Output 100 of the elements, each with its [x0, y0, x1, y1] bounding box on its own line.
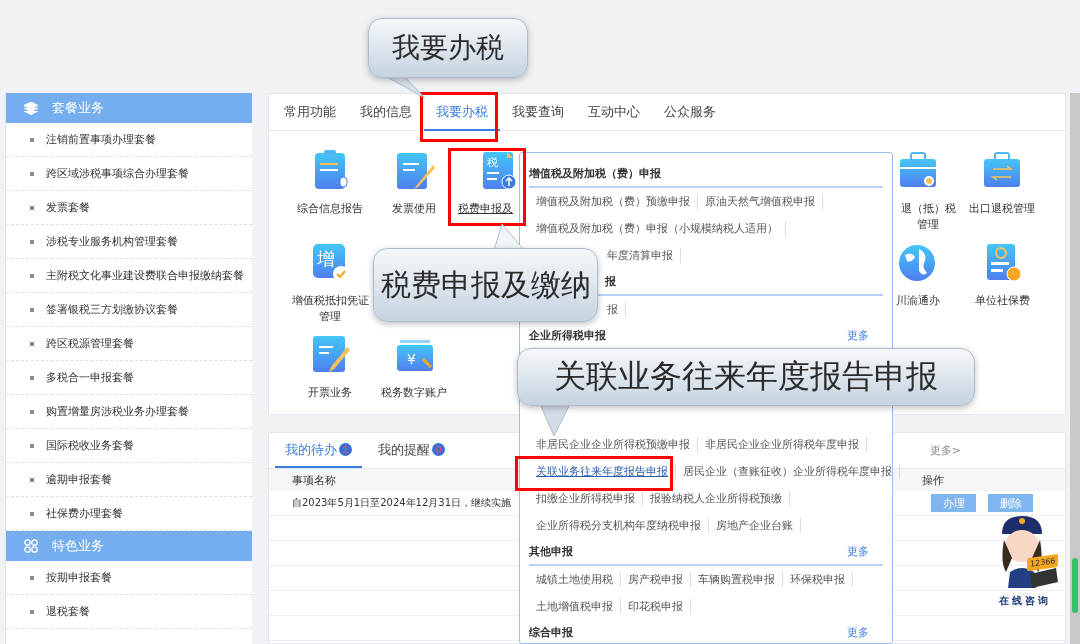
- section-title: 综合申报: [529, 625, 573, 640]
- callout-label: 关联业务往来年度报告申报: [517, 348, 975, 406]
- service-link[interactable]: 综合信息报告: [288, 201, 372, 217]
- sidebar-item[interactable]: 退税套餐: [6, 595, 252, 629]
- section-title: 增值税及附加税（费）申报: [529, 166, 661, 181]
- sidebar-item[interactable]: 购置增量房涉税业务办理套餐: [6, 395, 252, 429]
- more-link[interactable]: 更多: [847, 625, 869, 640]
- sidebar-item[interactable]: 跨区域涉税事项综合办理套餐: [6, 157, 252, 191]
- more-link[interactable]: 更多: [847, 328, 869, 343]
- four-circles-icon: [24, 539, 38, 553]
- sidebar-item-label: 跨区域涉税事项综合办理套餐: [46, 166, 189, 181]
- service-link[interactable]: 出口退税管理: [960, 201, 1044, 217]
- bullet-icon: [30, 443, 34, 448]
- menu-link[interactable]: 车辆购置税申报: [691, 572, 783, 587]
- menu-link[interactable]: 扣缴企业所得税申报: [529, 491, 643, 506]
- scrollbar-track[interactable]: [1070, 93, 1080, 644]
- sidebar-item-label: 购置增量房涉税业务办理套餐: [46, 404, 189, 419]
- menu-link[interactable]: 年度清算申报: [600, 248, 681, 263]
- sidebar-item-label: 主附税文化事业建设费联合申报缴纳套餐: [46, 268, 244, 283]
- callout-label: 我要办税: [368, 18, 528, 78]
- menu-link[interactable]: 报验纳税人企业所得税预缴: [643, 491, 790, 506]
- sidebar-item[interactable]: 逾期申报套餐: [6, 463, 252, 497]
- bullet-icon: [30, 341, 34, 346]
- sidebar-item-label: 跨区税源管理套餐: [46, 336, 134, 351]
- sidebar-item[interactable]: 按期申报套餐: [6, 561, 252, 595]
- bullet-icon: [30, 239, 34, 244]
- group-title: 套餐业务: [52, 99, 104, 117]
- sidebar-item-label: 涉税专业服务机构管理套餐: [46, 234, 178, 249]
- count-badge: 0: [432, 443, 445, 456]
- menu-link[interactable]: 增值税及附加税（费）申报（小规模纳税人适用）: [529, 221, 786, 236]
- callout-label: 税费申报及缴纳: [373, 248, 598, 322]
- menu-link[interactable]: 居民企业（查账征收）企业所得税年度申报: [676, 464, 900, 479]
- service-link[interactable]: 开票业务: [288, 385, 372, 401]
- more-link[interactable]: 更多>: [929, 443, 961, 458]
- service-link[interactable]: 增值税抵扣凭证管理: [288, 293, 372, 325]
- menu-link[interactable]: 企业所得税分支机构年度纳税申报: [529, 518, 709, 533]
- sidebar-item-label: 社保费办理套餐: [46, 506, 123, 521]
- sidebar-item[interactable]: 注销前置事项办理套餐: [6, 123, 252, 157]
- tab[interactable]: 我的提醒 0: [368, 433, 455, 468]
- tab[interactable]: 公众服务: [652, 94, 728, 131]
- menu-link[interactable]: 环保税申报: [783, 572, 853, 587]
- tab[interactable]: 我要办税: [424, 94, 500, 131]
- menu-link[interactable]: 房产税申报: [621, 572, 691, 587]
- menu-link[interactable]: 城镇土地使用税: [529, 572, 621, 587]
- menu-link[interactable]: 非居民企业企业所得税预缴申报: [529, 437, 698, 452]
- tab[interactable]: 互动中心: [576, 94, 652, 131]
- bullet-icon: [30, 511, 34, 516]
- menu-link[interactable]: 非居民企业企业所得税年度申报: [698, 437, 867, 452]
- menu-link[interactable]: 报: [600, 302, 626, 317]
- sidebar-item-label: 发票套餐: [46, 200, 90, 215]
- bullet-icon: [30, 205, 34, 210]
- bullet-icon: [30, 575, 34, 580]
- sidebar-item[interactable]: 主附税文化事业建设费联合申报缴纳套餐: [6, 259, 252, 293]
- sidebar-item-label: 多税合一申报套餐: [46, 370, 134, 385]
- bullet-icon: [30, 375, 34, 380]
- column-header: 操作: [922, 472, 944, 488]
- scrollbar-thumb[interactable]: [1072, 558, 1078, 613]
- service-link[interactable]: 单位社保费: [960, 293, 1044, 309]
- section-title: 报: [605, 274, 616, 289]
- menu-link[interactable]: 原油天然气增值税申报: [698, 194, 823, 209]
- more-link[interactable]: 更多: [847, 544, 869, 559]
- bullet-icon: [30, 477, 34, 482]
- bullet-icon: [30, 609, 34, 614]
- sidebar-item-label: 注销前置事项办理套餐: [46, 132, 156, 147]
- sidebar-item[interactable]: 国际税收业务套餐: [6, 429, 252, 463]
- bullet-icon: [30, 137, 34, 142]
- online-help-label[interactable]: 在线咨询: [999, 594, 1051, 608]
- sidebar-item-label: 退税套餐: [46, 604, 90, 619]
- menu-link[interactable]: 土地增值税申报: [529, 599, 621, 614]
- menu-link[interactable]: 增值税及附加税（费）预缴申报: [529, 194, 698, 209]
- sidebar-item[interactable]: 跨区税源管理套餐: [6, 327, 252, 361]
- count-badge: 1: [339, 443, 352, 456]
- tab[interactable]: 我的信息: [348, 94, 424, 131]
- bullet-icon: [30, 409, 34, 414]
- bullet-icon: [30, 273, 34, 278]
- sidebar-item-label: 国际税收业务套餐: [46, 438, 134, 453]
- sidebar-item-label: 签署银税三方划缴协议套餐: [46, 302, 178, 317]
- menu-link[interactable]: 印花税申报: [621, 599, 691, 614]
- bullet-icon: [30, 171, 34, 176]
- sidebar-item[interactable]: 发票套餐: [6, 191, 252, 225]
- tab[interactable]: 常用功能: [272, 94, 348, 131]
- service-link[interactable]: 税务数字账户: [372, 385, 456, 401]
- sidebar-item[interactable]: 签署银税三方划缴协议套餐: [6, 293, 252, 327]
- bullet-icon: [30, 307, 34, 312]
- menu-link[interactable]: 关联业务往来年度报告申报: [529, 464, 676, 479]
- callout-tail: [540, 404, 570, 436]
- service-link[interactable]: 发票使用: [372, 201, 456, 217]
- tab[interactable]: 我要查询: [500, 94, 576, 131]
- section-title: 企业所得税申报: [529, 328, 606, 343]
- group-title: 特色业务: [52, 537, 104, 555]
- section-title: 其他申报: [529, 544, 573, 559]
- menu-link[interactable]: 房地产企业台账: [709, 518, 801, 533]
- sidebar-item[interactable]: 多税合一申报套餐: [6, 361, 252, 395]
- table-cell: 自2023年5月1日至2024年12月31日，继续实施: [292, 496, 512, 510]
- column-header: 事项名称: [292, 472, 337, 488]
- sidebar-item-label: 逾期申报套餐: [46, 472, 112, 487]
- sidebar-item[interactable]: 涉税专业服务机构管理套餐: [6, 225, 252, 259]
- layers-icon: [24, 101, 38, 115]
- service-link[interactable]: 退（抵）税管理: [898, 201, 958, 233]
- sidebar-item-label: 按期申报套餐: [46, 570, 112, 585]
